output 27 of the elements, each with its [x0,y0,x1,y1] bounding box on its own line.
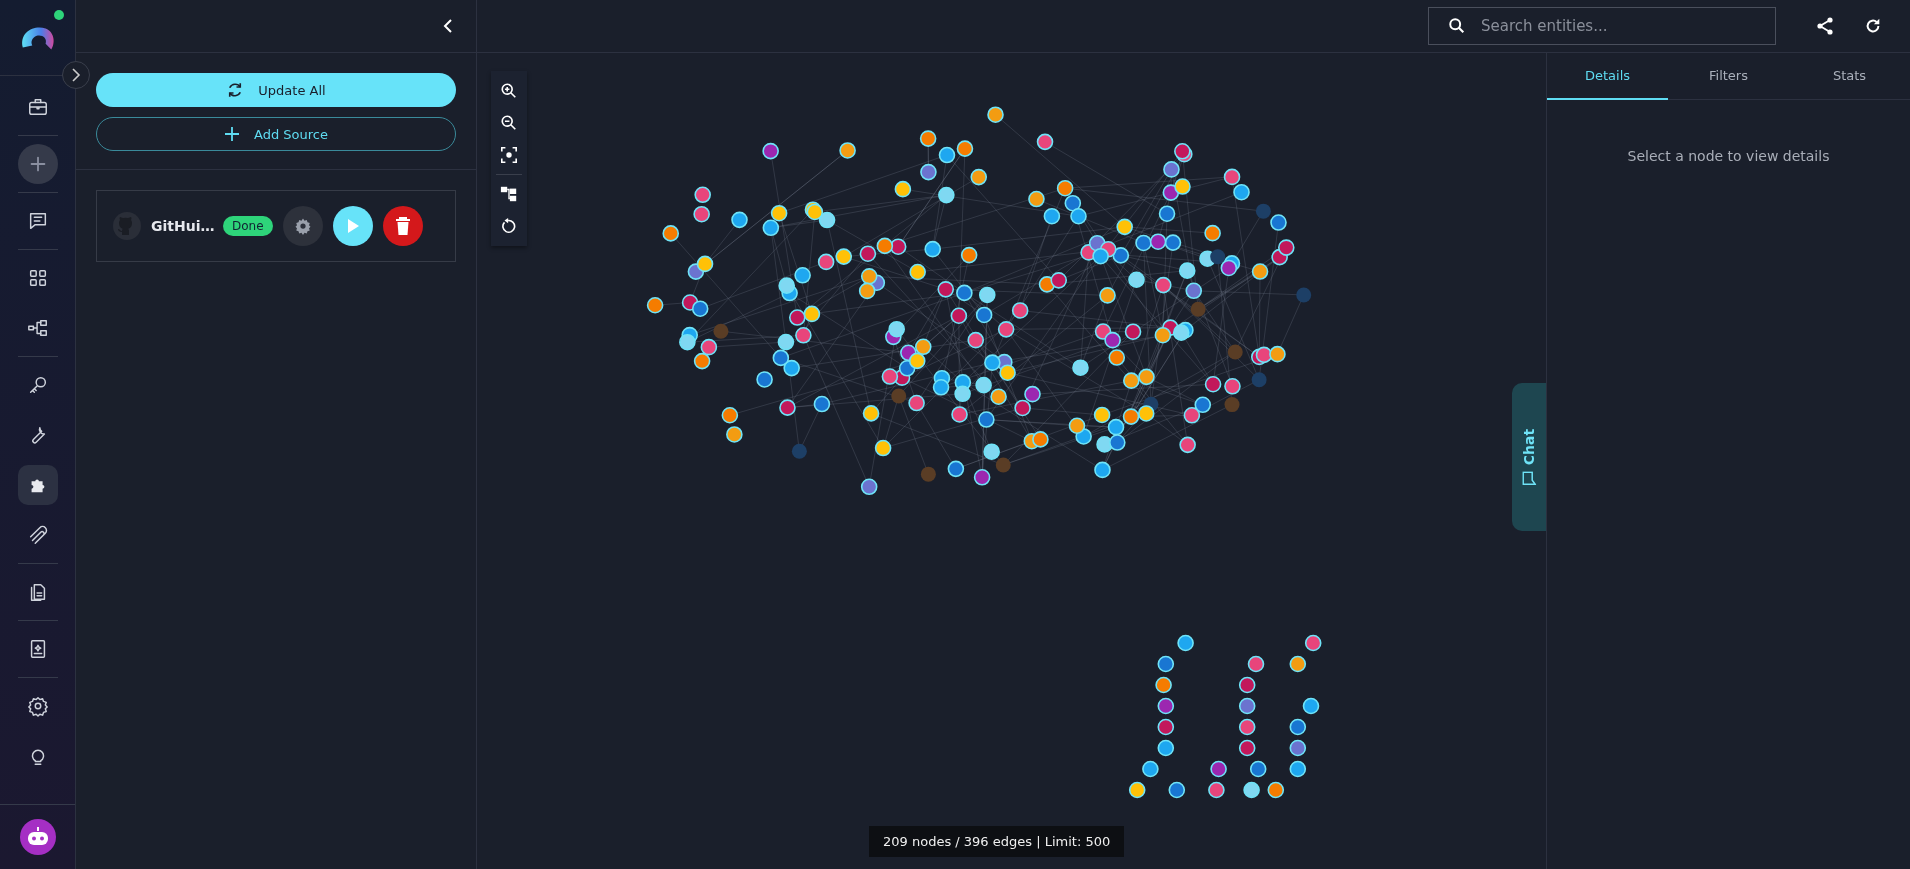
trash-icon [395,217,410,235]
source-name: GitHui… [151,218,216,234]
search-icon [1448,17,1466,35]
play-icon [345,218,360,234]
chevron-left-icon [442,18,454,34]
expand-sidebar-button[interactable] [62,61,90,89]
plus-icon [224,126,240,142]
chevron-right-icon [70,68,82,82]
update-all-button[interactable]: Update All [96,73,456,107]
empty-details-message: Select a node to view details [1626,148,1831,164]
gear-icon [293,217,312,235]
search-field[interactable]: Search entities... [1428,7,1776,45]
status-badge: Done [223,216,273,236]
refresh-icon [1864,17,1882,35]
delete-button[interactable] [382,206,423,246]
robot-avatar-icon[interactable] [19,819,56,855]
graph-status-bar: 209 nodes / 396 edges | Limit: 500 [869,826,1125,857]
tab[interactable]: Filters [1668,53,1789,100]
play-button[interactable] [332,206,373,246]
share-icon [1815,16,1835,36]
chat-tab[interactable]: Chat [1512,383,1546,531]
tab[interactable]: Stats [1789,53,1910,100]
settings-button[interactable] [282,206,323,246]
tab[interactable]: Details [1547,53,1668,100]
chat-icon [1522,471,1536,486]
puzzle-icon[interactable] [17,465,58,505]
add-icon[interactable] [17,144,58,184]
